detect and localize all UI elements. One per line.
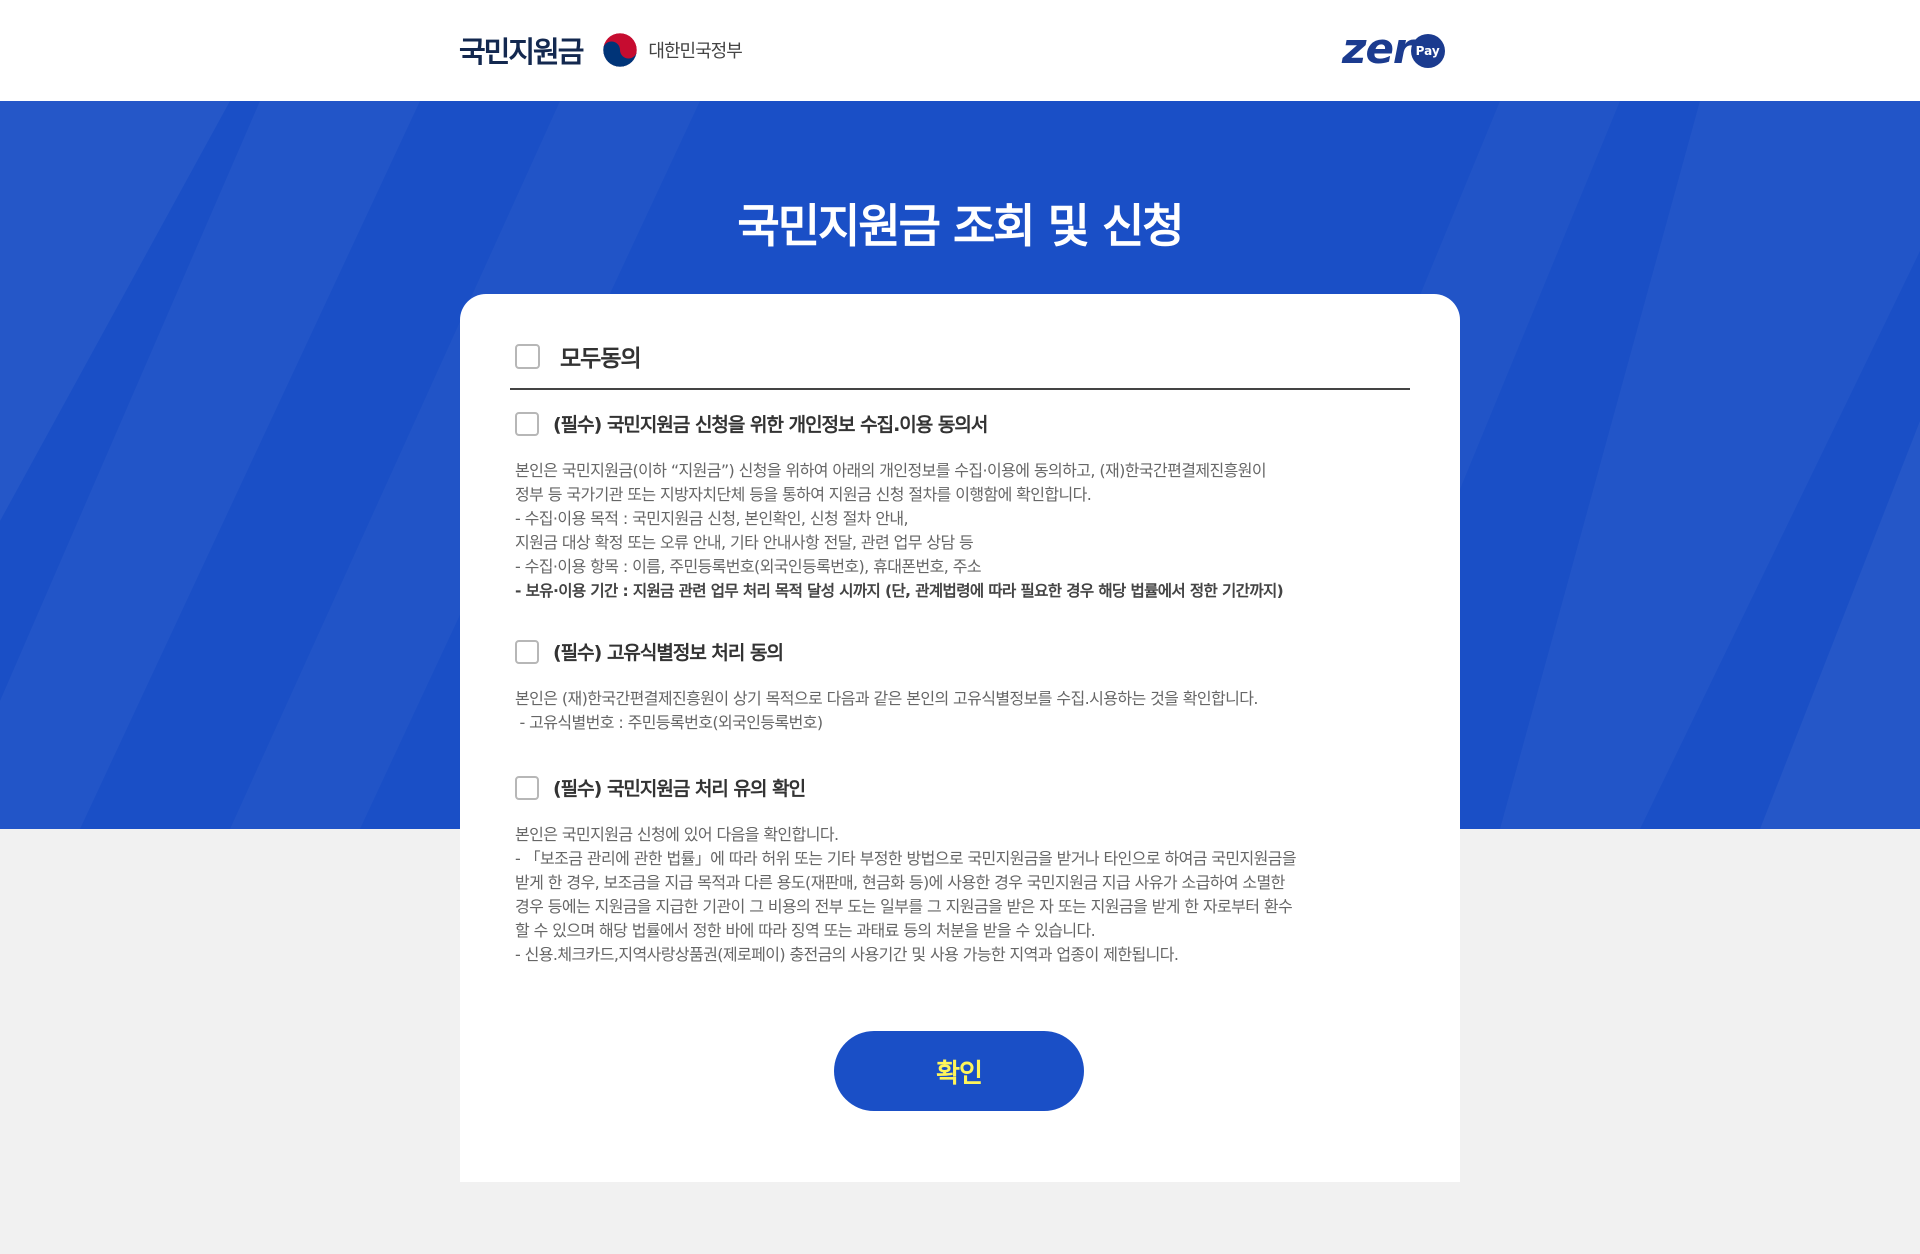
agree-all-label[interactable]: 모두동의 (560, 339, 642, 373)
section-title[interactable]: (필수) 국민지원금 신청을 위한 개인정보 수집.이용 동의서 (553, 410, 988, 437)
body-line: - 수집·이용 항목 : 이름, 주민등록번호(외국인등록번호), 휴대폰번호,… (515, 557, 982, 576)
personal-info-checkbox[interactable] (515, 411, 539, 436)
zeropay-pay-badge: Pay (1410, 34, 1445, 68)
section-body: 본인은 (재)한국간편결제진흥원이 상기 목적으로 다음과 같은 본인의 고유식… (515, 687, 1415, 735)
body-line: 경우 등에는 지원금을 지급한 기관이 그 비용의 전부 도는 일부를 그 지원… (515, 897, 1293, 916)
agreement-card: 모두동의 (필수) 국민지원금 신청을 위한 개인정보 수집.이용 동의서 본인… (460, 294, 1460, 1182)
zeropay-logo[interactable]: zer Pay (1342, 26, 1445, 72)
body-line-bold: - 보유·이용 기간 : 지원금 관련 업무 처리 목적 달성 시까지 (단, … (515, 582, 1284, 600)
body-line: 할 수 있으며 해당 법률에서 정한 바에 따라 징역 또는 과태료 등의 처분… (515, 921, 1096, 940)
taegeuk-icon (602, 32, 639, 68)
header: 국민지원금 대한민국정부 zer Pay (0, 0, 1920, 101)
government-name: 대한민국정부 (648, 41, 742, 62)
body-line: - 「보조금 관리에 관한 법률」에 따라 허위 또는 기타 부정한 방법으로 … (515, 849, 1297, 868)
section-title[interactable]: (필수) 고유식별정보 처리 동의 (553, 638, 784, 665)
body-line: 받게 한 경우, 보조금을 지급 목적과 다른 용도(재판매, 현금화 등)에 … (515, 873, 1285, 892)
agree-all-row[interactable]: 모두동의 (515, 339, 642, 373)
section-header[interactable]: (필수) 국민지원금 신청을 위한 개인정보 수집.이용 동의서 (515, 410, 1415, 437)
body-line: 본인은 국민지원금 신청에 있어 다음을 확인합니다. (515, 825, 839, 844)
brand[interactable]: 국민지원금 대한민국정부 (459, 30, 743, 70)
body-line: 정부 등 국가기관 또는 지방자치단체 등을 통하여 지원금 신청 절차를 이행… (515, 485, 1092, 504)
page-title: 국민지원금 조회 및 신청 (737, 199, 1184, 253)
body-line: 지원금 대상 확정 또는 오류 안내, 기타 안내사항 전달, 관련 업무 상담… (515, 533, 974, 552)
agree-all-checkbox[interactable] (515, 343, 540, 369)
section-title[interactable]: (필수) 국민지원금 처리 유의 확인 (553, 774, 806, 801)
section-header[interactable]: (필수) 국민지원금 처리 유의 확인 (515, 774, 1415, 801)
section-header[interactable]: (필수) 고유식별정보 처리 동의 (515, 638, 1415, 665)
section-body: 본인은 국민지원금(이하 “지원금”) 신청을 위하여 아래의 개인정보를 수집… (515, 459, 1415, 603)
body-line: - 고유식별번호 : 주민등록번호(외국인등록번호) (515, 713, 823, 732)
body-line: - 신용.체크카드,지역사랑상품권(제로페이) 충전금의 사용기간 및 사용 가… (515, 945, 1179, 964)
divider (510, 388, 1410, 390)
body-line: 본인은 (재)한국간편결제진흥원이 상기 목적으로 다음과 같은 본인의 고유식… (515, 689, 1258, 708)
zeropay-text: zer (1342, 24, 1414, 73)
confirm-button[interactable]: 확인 (834, 1031, 1084, 1111)
caution-checkbox[interactable] (515, 775, 539, 800)
government-logo: 대한민국정부 (602, 32, 743, 68)
section-personal-info: (필수) 국민지원금 신청을 위한 개인정보 수집.이용 동의서 본인은 국민지… (515, 410, 1415, 603)
section-body: 본인은 국민지원금 신청에 있어 다음을 확인합니다. - 「보조금 관리에 관… (515, 823, 1415, 967)
body-line: 본인은 국민지원금(이하 “지원금”) 신청을 위하여 아래의 개인정보를 수집… (515, 461, 1267, 480)
section-caution: (필수) 국민지원금 처리 유의 확인 본인은 국민지원금 신청에 있어 다음을… (515, 774, 1415, 967)
unique-id-checkbox[interactable] (515, 639, 539, 664)
section-unique-id: (필수) 고유식별정보 처리 동의 본인은 (재)한국간편결제진흥원이 상기 목… (515, 638, 1415, 735)
body-line: - 수집·이용 목적 : 국민지원금 신청, 본인확인, 신청 절차 안내, (515, 509, 909, 528)
brand-title: 국민지원금 (459, 35, 584, 69)
